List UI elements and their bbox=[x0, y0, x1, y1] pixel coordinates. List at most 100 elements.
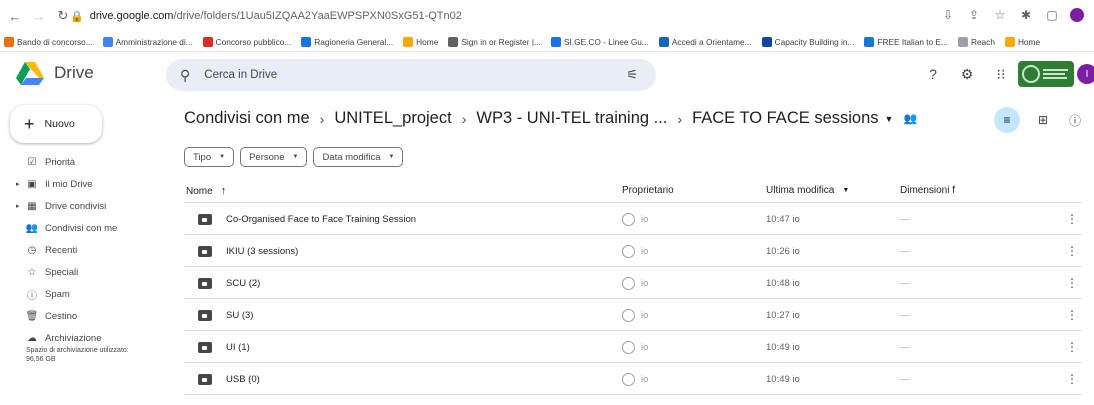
column-header-modified[interactable]: Ultima modifica ▼ bbox=[766, 185, 849, 196]
drive-header: Drive ⚲ Cerca in Drive ⚟ ? ⚙ ⁝⁝ I bbox=[0, 53, 1094, 97]
settings-gear-icon[interactable]: ⚙ bbox=[958, 65, 976, 83]
search-icon[interactable]: ⚲ bbox=[180, 67, 190, 84]
bookmark-item[interactable]: Reach bbox=[957, 36, 995, 47]
owner-avatar-icon bbox=[622, 212, 635, 226]
file-name[interactable]: IKIU (3 sessions) bbox=[226, 246, 298, 257]
file-name-cell: SCU (2) bbox=[184, 267, 260, 299]
breadcrumb: Condivisi con me › UNITEL_project › WP3 - UN… bbox=[184, 109, 917, 128]
breadcrumb-item[interactable]: Condivisi con me bbox=[184, 109, 310, 128]
bookmark-label: FREE Italian to E... bbox=[877, 36, 948, 47]
column-header-size[interactable]: Dimensioni f bbox=[900, 185, 955, 196]
forward-arrow-icon[interactable]: → bbox=[30, 7, 48, 25]
bookmark-item[interactable]: Concorso pubblico... bbox=[202, 36, 291, 47]
file-name[interactable]: SCU (2) bbox=[226, 278, 260, 289]
more-actions-icon[interactable]: ⋮ bbox=[1066, 203, 1078, 235]
sidebar-item-drive-condivisi[interactable]: ▸ ▦ Drive condivisi bbox=[0, 197, 172, 215]
bookmark-item[interactable]: Home bbox=[403, 36, 439, 47]
breadcrumb-item[interactable]: FACE TO FACE sessions bbox=[692, 109, 878, 128]
expand-caret-icon[interactable]: ▸ bbox=[16, 180, 20, 188]
sort-arrow-up-icon[interactable]: ↑ bbox=[221, 185, 227, 197]
apps-grid-icon[interactable]: ⁝⁝ bbox=[992, 65, 1010, 83]
account-avatar[interactable]: I bbox=[1077, 64, 1094, 84]
url-field[interactable]: 🔒 drive.google.com /drive/folders/1Uau5I… bbox=[70, 5, 480, 27]
sidebar-item-label: Archiviazione bbox=[45, 332, 102, 344]
bookmark-item[interactable]: SI.GE.CO - Linee Gu... bbox=[550, 36, 649, 47]
table-row[interactable]: USB (0) io 10:49 io — ⋮ bbox=[184, 363, 1082, 395]
filter-toggle-icon[interactable]: ≡ bbox=[994, 107, 1020, 133]
sidebar-item-speciali[interactable]: ☆ Speciali bbox=[0, 263, 172, 281]
back-arrow-icon[interactable]: ← bbox=[6, 7, 24, 25]
owner-name: io bbox=[641, 309, 649, 321]
shared-folder-icon bbox=[198, 341, 212, 353]
breadcrumb-item[interactable]: UNITEL_project bbox=[334, 109, 451, 128]
bookmark-item[interactable]: Home bbox=[1004, 36, 1040, 47]
sidebar-item-archiviazione[interactable]: ☁ Archiviazione bbox=[0, 329, 172, 347]
shared-folder-icon bbox=[198, 309, 212, 321]
bookmark-label: Sign in or Register |... bbox=[461, 36, 541, 47]
filter-chip[interactable]: Data modifica ▼ bbox=[313, 147, 404, 167]
table-row[interactable]: UI (1) io 10:49 io — ⋮ bbox=[184, 331, 1082, 363]
folder-menu-caret-icon[interactable]: ▼ bbox=[885, 114, 894, 124]
side-panel-icon[interactable]: ▢ bbox=[1044, 7, 1060, 23]
search-input[interactable]: Cerca in Drive bbox=[204, 69, 277, 81]
bookmark-item[interactable]: Capacity Building in... bbox=[761, 36, 854, 47]
more-actions-icon[interactable]: ⋮ bbox=[1066, 267, 1078, 299]
file-name[interactable]: SU (3) bbox=[226, 310, 253, 321]
sidebar-item-recenti[interactable]: ◷ Recenti bbox=[0, 241, 172, 259]
sidebar-item-il-mio-drive[interactable]: ▸ ▣ Il mio Drive bbox=[0, 175, 172, 193]
table-row[interactable]: SU (3) io 10:27 io — ⋮ bbox=[184, 299, 1082, 331]
file-name[interactable]: Co-Organised Face to Face Training Sessi… bbox=[226, 214, 416, 225]
filter-chip-label: Data modifica bbox=[322, 151, 381, 163]
trash-icon: 🗑 bbox=[25, 310, 39, 322]
sort-dropdown-icon[interactable]: ▼ bbox=[842, 187, 849, 194]
owner-avatar-icon bbox=[622, 244, 635, 258]
column-header-name[interactable]: Nome ↑ bbox=[186, 185, 226, 197]
bookmark-item[interactable]: Accedi a Orientame... bbox=[658, 36, 752, 47]
bookmark-item[interactable]: FREE Italian to E... bbox=[864, 36, 948, 47]
sidebar-item-spam[interactable]: ⓘ Spam bbox=[0, 285, 172, 303]
bookmark-item[interactable]: Ragioneria General... bbox=[301, 36, 393, 47]
details-info-icon[interactable]: ⓘ bbox=[1066, 111, 1084, 129]
bookmark-item[interactable]: Sign in or Register |... bbox=[448, 36, 541, 47]
search-options-icon[interactable]: ⚟ bbox=[626, 67, 638, 83]
table-row[interactable]: Co-Organised Face to Face Training Sessi… bbox=[184, 203, 1082, 235]
modified-cell: 10:26 io bbox=[766, 245, 800, 257]
filter-chip-label: Persone bbox=[249, 151, 285, 163]
sidebar-item-label: Spam bbox=[45, 288, 70, 300]
drive-logo[interactable]: Drive bbox=[16, 61, 94, 85]
grid-view-icon[interactable]: ⊞ bbox=[1034, 111, 1052, 129]
more-actions-icon[interactable]: ⋮ bbox=[1066, 363, 1078, 395]
url-host: drive.google.com bbox=[89, 10, 174, 22]
bookmark-star-icon[interactable]: ☆ bbox=[992, 7, 1008, 23]
share-page-icon[interactable]: ⇪ bbox=[966, 7, 982, 23]
sidebar-item-condivisi-con-me[interactable]: 👥 Condivisi con me bbox=[0, 219, 172, 237]
browser-profile-icon[interactable] bbox=[1070, 8, 1084, 22]
extensions-icon[interactable]: ✱ bbox=[1018, 7, 1034, 23]
help-icon[interactable]: ? bbox=[924, 65, 942, 83]
bookmark-item[interactable]: Amministrazione di... bbox=[102, 36, 193, 47]
new-button[interactable]: + Nuovo bbox=[10, 105, 102, 143]
expand-caret-icon[interactable]: ▸ bbox=[16, 202, 20, 210]
table-row[interactable]: IKIU (3 sessions) io 10:26 io — ⋮ bbox=[184, 235, 1082, 267]
filter-chip[interactable]: Persone ▼ bbox=[240, 147, 308, 167]
sidebar-item-cestino[interactable]: 🗑 Cestino bbox=[0, 307, 172, 325]
file-name[interactable]: UI (1) bbox=[226, 342, 250, 353]
bookmark-favicon-icon bbox=[202, 36, 213, 47]
breadcrumb-item[interactable]: WP3 - UNI-TEL training ... bbox=[476, 109, 667, 128]
bookmark-item[interactable]: Bando di concorso... bbox=[4, 36, 93, 47]
more-actions-icon[interactable]: ⋮ bbox=[1066, 299, 1078, 331]
file-name[interactable]: USB (0) bbox=[226, 374, 260, 385]
install-app-icon[interactable]: ⇩ bbox=[940, 7, 956, 23]
search-box[interactable]: ⚲ Cerca in Drive ⚟ bbox=[166, 59, 656, 91]
table-row[interactable]: SCU (2) io 10:48 io — ⋮ bbox=[184, 267, 1082, 299]
bookmark-label: Home bbox=[416, 36, 439, 47]
sidebar-item-priorit-[interactable]: ☑ Priorità bbox=[0, 153, 172, 171]
more-actions-icon[interactable]: ⋮ bbox=[1066, 235, 1078, 267]
bookmark-favicon-icon bbox=[550, 36, 561, 47]
organization-logo-icon bbox=[1022, 65, 1068, 83]
column-header-owner[interactable]: Proprietario bbox=[622, 185, 674, 196]
modified-cell: 10:47 io bbox=[766, 213, 800, 225]
sidebar-item-label: Priorità bbox=[45, 156, 76, 168]
more-actions-icon[interactable]: ⋮ bbox=[1066, 331, 1078, 363]
filter-chip[interactable]: Tipo ▼ bbox=[184, 147, 235, 167]
